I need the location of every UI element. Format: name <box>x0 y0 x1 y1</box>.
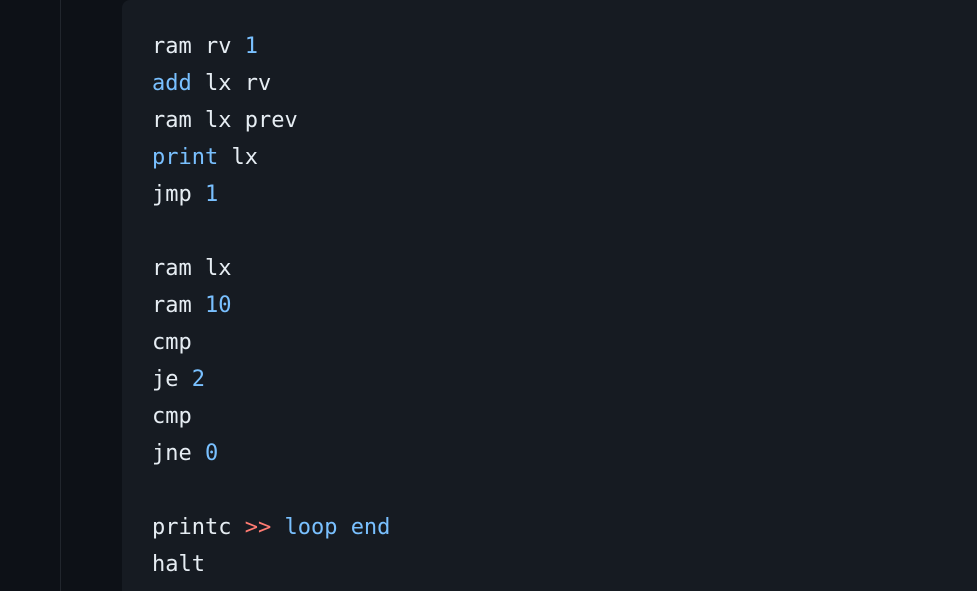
code-token: ram lx prev <box>152 108 298 133</box>
code-token: cmp <box>152 404 192 429</box>
code-token: printc <box>152 515 245 540</box>
code-token: je <box>152 367 192 392</box>
code-token: ram lx <box>152 256 232 281</box>
code-block[interactable]: ram rv 1 add lx rv ram lx prev print lx jmp … <box>122 0 977 591</box>
code-token: cmp <box>152 330 192 355</box>
code-line: add lx rv <box>152 65 390 102</box>
code-token: ram <box>152 293 205 318</box>
code-token: lx rv <box>191 71 272 96</box>
code-line: ram lx <box>152 250 390 287</box>
page: ram rv 1 add lx rv ram lx prev print lx jmp … <box>0 0 977 591</box>
code-token: ram rv <box>152 34 245 59</box>
code-line: je 2 <box>152 361 390 398</box>
code-line: ram rv 1 <box>152 28 390 65</box>
code-token: 2 <box>191 367 205 392</box>
code-token: loop end <box>271 515 391 540</box>
gutter-divider <box>60 0 61 591</box>
code-token: 1 <box>204 182 219 207</box>
code-line: ram lx prev <box>152 102 390 139</box>
code-content[interactable]: ram rv 1 add lx rv ram lx prev print lx jmp … <box>152 28 390 583</box>
code-line: jne 0 <box>152 435 390 472</box>
code-line: halt <box>152 546 390 583</box>
code-line: cmp <box>152 324 390 361</box>
code-line: cmp <box>152 398 390 435</box>
code-token: halt <box>152 552 205 577</box>
code-token: >> <box>244 515 272 540</box>
code-line: printc >> loop end <box>152 509 390 546</box>
code-token: jmp <box>152 182 205 207</box>
code-token: lx <box>218 145 258 170</box>
code-line: jmp 1 <box>152 176 390 213</box>
code-token: print <box>152 145 219 170</box>
code-line: print lx <box>152 139 390 176</box>
code-token: 0 <box>204 441 219 466</box>
code-token: add <box>152 71 192 96</box>
code-line: ram 10 <box>152 287 390 324</box>
code-token: 1 <box>244 34 258 59</box>
code-token: 10 <box>204 293 232 318</box>
code-token: jne <box>152 441 205 466</box>
